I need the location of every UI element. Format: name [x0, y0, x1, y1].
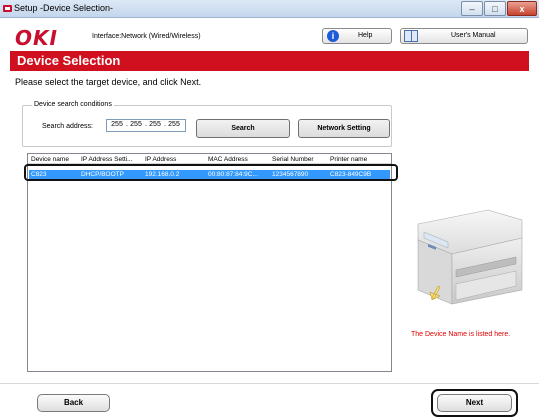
ip-dot: .	[126, 121, 128, 128]
maximize-button[interactable]: □	[484, 1, 506, 16]
network-setting-button[interactable]: Network Setting	[298, 119, 390, 138]
search-address-label: Search address:	[42, 123, 93, 130]
column-header-ip-setting[interactable]: IP Address Setti...	[81, 156, 133, 163]
device-list-header: Device name IP Address Setti... IP Addre…	[28, 154, 391, 164]
column-header-ip-address[interactable]: IP Address	[145, 156, 176, 163]
minimize-button[interactable]: –	[461, 1, 483, 16]
search-conditions-legend: Device search conditions	[32, 101, 114, 108]
page-title: Device Selection	[17, 53, 121, 68]
device-name-note: The Device Name is listed here.	[411, 331, 511, 338]
oki-logo: OKI	[15, 26, 58, 50]
window-controls: – □ x	[461, 1, 537, 16]
users-manual-button[interactable]: User's Manual	[400, 28, 528, 44]
search-button[interactable]: Search	[196, 119, 290, 138]
users-manual-label: User's Manual	[451, 32, 496, 39]
help-button[interactable]: i Help	[322, 28, 392, 44]
ip-octet-1: 255	[111, 121, 123, 128]
search-address-input[interactable]: 255 . 255 . 255 . 255	[106, 119, 186, 132]
help-label: Help	[358, 32, 373, 39]
column-header-printer-name[interactable]: Printer name	[330, 156, 367, 163]
column-header-mac-address[interactable]: MAC Address	[208, 156, 248, 163]
info-icon: i	[327, 30, 339, 42]
next-button-highlight	[431, 389, 518, 417]
footer-divider	[0, 383, 539, 384]
window-title: Setup -Device Selection-	[14, 3, 114, 13]
ip-octet-4: 255	[168, 121, 180, 128]
ip-octet-3: 255	[149, 121, 161, 128]
column-header-device-name[interactable]: Device name	[31, 156, 69, 163]
close-icon: x	[519, 4, 525, 14]
selected-row-highlight	[24, 164, 398, 181]
ip-dot: .	[164, 121, 166, 128]
book-icon	[404, 30, 418, 42]
back-button[interactable]: Back	[37, 394, 110, 412]
printer-image	[404, 204, 524, 308]
interface-text: Interface:Network (Wired/Wireless)	[92, 33, 201, 40]
printer-illustration	[417, 209, 523, 305]
oki-app-icon	[3, 5, 12, 12]
section-banner: Device Selection	[10, 51, 529, 71]
ip-dot: .	[145, 121, 147, 128]
column-header-serial-number[interactable]: Serial Number	[272, 156, 314, 163]
device-list[interactable]: Device name IP Address Setti... IP Addre…	[27, 153, 392, 372]
minimize-icon: –	[469, 4, 475, 14]
instruction-text: Please select the target device, and cli…	[15, 77, 202, 87]
maximize-icon: □	[492, 4, 498, 14]
window-titlebar: Setup -Device Selection- – □ x	[0, 0, 539, 18]
ip-octet-2: 255	[130, 121, 142, 128]
close-button[interactable]: x	[507, 1, 537, 16]
